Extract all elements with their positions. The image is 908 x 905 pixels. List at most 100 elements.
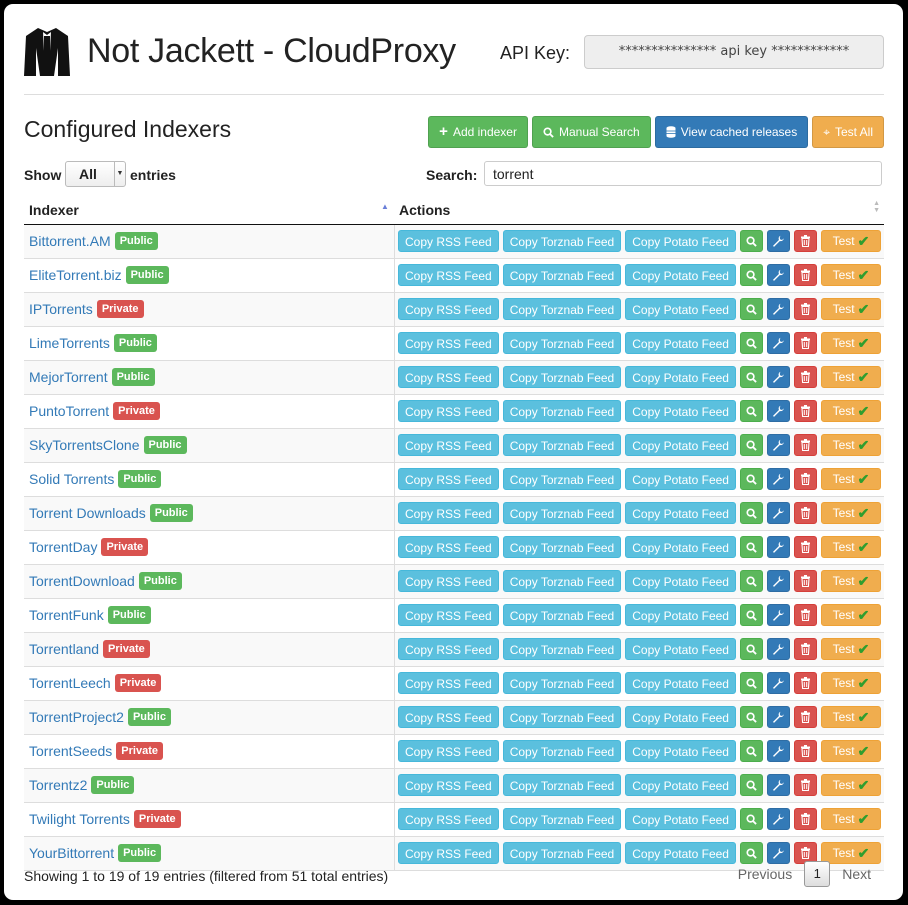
indexer-link[interactable]: Solid Torrents Public [29,470,162,488]
manual-search-button[interactable]: Manual Search [531,116,651,148]
configure-indexer-button[interactable] [766,298,790,320]
copy-torznab-feed-button[interactable]: Copy Torznab Feed [502,808,622,830]
configure-indexer-button[interactable] [766,808,790,830]
search-indexer-button[interactable] [739,332,763,354]
search-indexer-button[interactable] [739,808,763,830]
copy-rss-feed-button[interactable]: Copy RSS Feed [398,230,499,252]
delete-indexer-button[interactable] [793,672,817,694]
test-indexer-button[interactable]: Test ✔ [820,468,881,490]
copy-torznab-feed-button[interactable]: Copy Torznab Feed [502,604,622,626]
delete-indexer-button[interactable] [793,366,817,388]
search-indexer-button[interactable] [739,570,763,592]
copy-torznab-feed-button[interactable]: Copy Torznab Feed [502,332,622,354]
search-indexer-button[interactable] [739,502,763,524]
configure-indexer-button[interactable] [766,366,790,388]
indexer-name[interactable]: LimeTorrents [29,335,110,351]
copy-potato-feed-button[interactable]: Copy Potato Feed [625,740,736,762]
copy-potato-feed-button[interactable]: Copy Potato Feed [625,638,736,660]
search-indexer-button[interactable] [739,366,763,388]
delete-indexer-button[interactable] [793,264,817,286]
configure-indexer-button[interactable] [766,230,790,252]
indexer-name[interactable]: PuntoTorrent [29,403,109,419]
copy-potato-feed-button[interactable]: Copy Potato Feed [625,502,736,524]
test-indexer-button[interactable]: Test ✔ [820,536,881,558]
configure-indexer-button[interactable] [766,400,790,422]
copy-rss-feed-button[interactable]: Copy RSS Feed [398,842,499,864]
indexer-name[interactable]: YourBittorrent [29,845,114,861]
indexer-link[interactable]: PuntoTorrent Private [29,402,160,420]
indexer-link[interactable]: TorrentLeech Private [29,674,162,692]
search-indexer-button[interactable] [739,604,763,626]
indexer-link[interactable]: Bittorrent.AM Public [29,232,158,250]
indexer-name[interactable]: TorrentDownload [29,573,135,589]
test-all-button[interactable]: ⌖ Test All [812,116,884,148]
test-indexer-button[interactable]: Test ✔ [820,298,881,320]
copy-torznab-feed-button[interactable]: Copy Torznab Feed [502,774,622,796]
copy-potato-feed-button[interactable]: Copy Potato Feed [625,434,736,456]
copy-torznab-feed-button[interactable]: Copy Torznab Feed [502,366,622,388]
copy-torznab-feed-button[interactable]: Copy Torznab Feed [502,570,622,592]
indexer-name[interactable]: IPTorrents [29,301,93,317]
copy-potato-feed-button[interactable]: Copy Potato Feed [625,570,736,592]
copy-potato-feed-button[interactable]: Copy Potato Feed [625,400,736,422]
configure-indexer-button[interactable] [766,638,790,660]
test-indexer-button[interactable]: Test ✔ [820,400,881,422]
indexer-link[interactable]: TorrentDay Private [29,538,149,556]
indexer-link[interactable]: TorrentProject2 Public [29,708,171,726]
indexer-name[interactable]: Torrentland [29,641,99,657]
delete-indexer-button[interactable] [793,604,817,626]
test-indexer-button[interactable]: Test ✔ [820,366,881,388]
indexer-link[interactable]: IPTorrents Private [29,300,144,318]
copy-potato-feed-button[interactable]: Copy Potato Feed [625,536,736,558]
indexer-name[interactable]: Torrent Downloads [29,505,146,521]
test-indexer-button[interactable]: Test ✔ [820,502,881,524]
search-indexer-button[interactable] [739,774,763,796]
configure-indexer-button[interactable] [766,502,790,524]
indexer-name[interactable]: MejorTorrent [29,369,108,385]
indexer-name[interactable]: SkyTorrentsClone [29,437,140,453]
search-indexer-button[interactable] [739,230,763,252]
indexer-name[interactable]: Twilight Torrents [29,811,130,827]
test-indexer-button[interactable]: Test ✔ [820,604,881,626]
copy-torznab-feed-button[interactable]: Copy Torznab Feed [502,740,622,762]
indexer-name[interactable]: TorrentDay [29,539,97,555]
copy-torznab-feed-button[interactable]: Copy Torznab Feed [502,264,622,286]
test-indexer-button[interactable]: Test ✔ [820,230,881,252]
configure-indexer-button[interactable] [766,434,790,456]
copy-potato-feed-button[interactable]: Copy Potato Feed [625,298,736,320]
copy-rss-feed-button[interactable]: Copy RSS Feed [398,570,499,592]
delete-indexer-button[interactable] [793,332,817,354]
test-indexer-button[interactable]: Test ✔ [820,740,881,762]
indexer-link[interactable]: EliteTorrent.biz Public [29,266,169,284]
configure-indexer-button[interactable] [766,706,790,728]
copy-torznab-feed-button[interactable]: Copy Torznab Feed [502,672,622,694]
copy-torznab-feed-button[interactable]: Copy Torznab Feed [502,434,622,456]
configure-indexer-button[interactable] [766,332,790,354]
test-indexer-button[interactable]: Test ✔ [820,264,881,286]
search-indexer-button[interactable] [739,264,763,286]
indexer-name[interactable]: EliteTorrent.biz [29,267,122,283]
delete-indexer-button[interactable] [793,774,817,796]
copy-rss-feed-button[interactable]: Copy RSS Feed [398,706,499,728]
copy-torznab-feed-button[interactable]: Copy Torznab Feed [502,468,622,490]
search-indexer-button[interactable] [739,536,763,558]
add-indexer-button[interactable]: + Add indexer [428,116,528,148]
indexer-link[interactable]: SkyTorrentsClone Public [29,436,187,454]
indexer-link[interactable]: Torrentz2 Public [29,776,135,794]
search-indexer-button[interactable] [739,706,763,728]
search-input[interactable]: torrent [484,161,882,186]
search-indexer-button[interactable] [739,672,763,694]
copy-rss-feed-button[interactable]: Copy RSS Feed [398,638,499,660]
copy-torznab-feed-button[interactable]: Copy Torznab Feed [502,706,622,728]
configure-indexer-button[interactable] [766,264,790,286]
indexer-link[interactable]: TorrentDownload Public [29,572,182,590]
indexer-name[interactable]: TorrentLeech [29,675,111,691]
copy-potato-feed-button[interactable]: Copy Potato Feed [625,468,736,490]
copy-rss-feed-button[interactable]: Copy RSS Feed [398,366,499,388]
delete-indexer-button[interactable] [793,502,817,524]
copy-rss-feed-button[interactable]: Copy RSS Feed [398,264,499,286]
search-indexer-button[interactable] [739,638,763,660]
indexer-link[interactable]: LimeTorrents Public [29,334,157,352]
test-indexer-button[interactable]: Test ✔ [820,774,881,796]
copy-potato-feed-button[interactable]: Copy Potato Feed [625,366,736,388]
